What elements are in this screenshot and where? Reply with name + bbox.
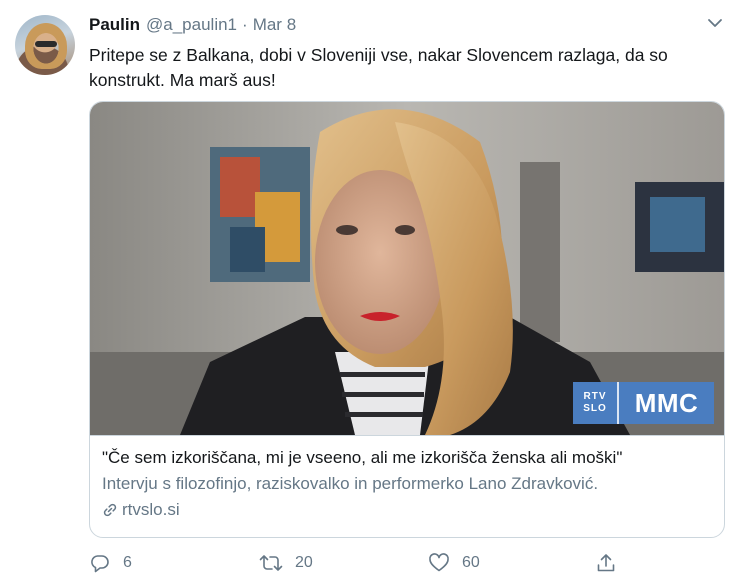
card-description: Intervju s filozofinjo, raziskovalko in …	[102, 474, 599, 493]
header-separator: ·	[242, 15, 248, 34]
author-name[interactable]: Paulin	[89, 15, 140, 35]
share-button[interactable]	[595, 548, 629, 578]
card-title: "Če sem izkoriščana, mi je vseeno, ali m…	[102, 448, 623, 467]
reply-icon	[91, 555, 109, 573]
heart-icon	[429, 553, 449, 572]
link-icon	[103, 503, 117, 517]
share-icon	[597, 554, 615, 572]
author-handle[interactable]: @a_paulin1	[146, 15, 237, 35]
badge-left-bottom: SLO	[583, 403, 607, 414]
retweet-icon	[259, 555, 283, 571]
retweet-count: 20	[295, 554, 313, 571]
card-domain-text: rtvslo.si	[122, 500, 180, 519]
retweet-button[interactable]: 20	[259, 548, 313, 578]
mmc-mark: MMC	[634, 387, 699, 418]
badge-left-top: RTV	[583, 391, 607, 402]
rtv-slo-mark: RTV SLO	[573, 382, 619, 424]
avatar[interactable]	[15, 15, 75, 75]
tweet-text: Pritepe se z Balkana, dobi v Sloveniji v…	[89, 43, 719, 93]
reply-button[interactable]: 6	[89, 548, 132, 578]
tweet-text-line: konstrukt. Ma marš aus!	[89, 70, 276, 90]
chevron-down-icon[interactable]	[706, 14, 724, 32]
tweet-header: Paulin @a_paulin1 · Mar 8	[89, 14, 296, 36]
tweet[interactable]: Paulin @a_paulin1 · Mar 8 Pritepe se z B…	[0, 0, 742, 586]
link-card[interactable]: RTV SLO MMC "Če sem izkoriščana, mi je v…	[89, 101, 725, 538]
card-image: RTV SLO MMC	[90, 102, 724, 435]
card-domain: rtvslo.si	[102, 498, 712, 522]
rtvslo-mmc-logo: RTV SLO MMC	[573, 382, 714, 424]
tweet-text-line: Pritepe se z Balkana, dobi v Sloveniji v…	[89, 45, 668, 65]
like-count: 60	[462, 554, 480, 571]
avatar-glasses	[35, 41, 57, 47]
reply-count: 6	[123, 554, 132, 571]
tweet-date[interactable]: Mar 8	[253, 15, 296, 35]
like-button[interactable]: 60	[428, 548, 480, 578]
card-body[interactable]: "Če sem izkoriščana, mi je vseeno, ali m…	[90, 435, 724, 537]
tweet-actions: 6 20 60	[89, 548, 629, 578]
